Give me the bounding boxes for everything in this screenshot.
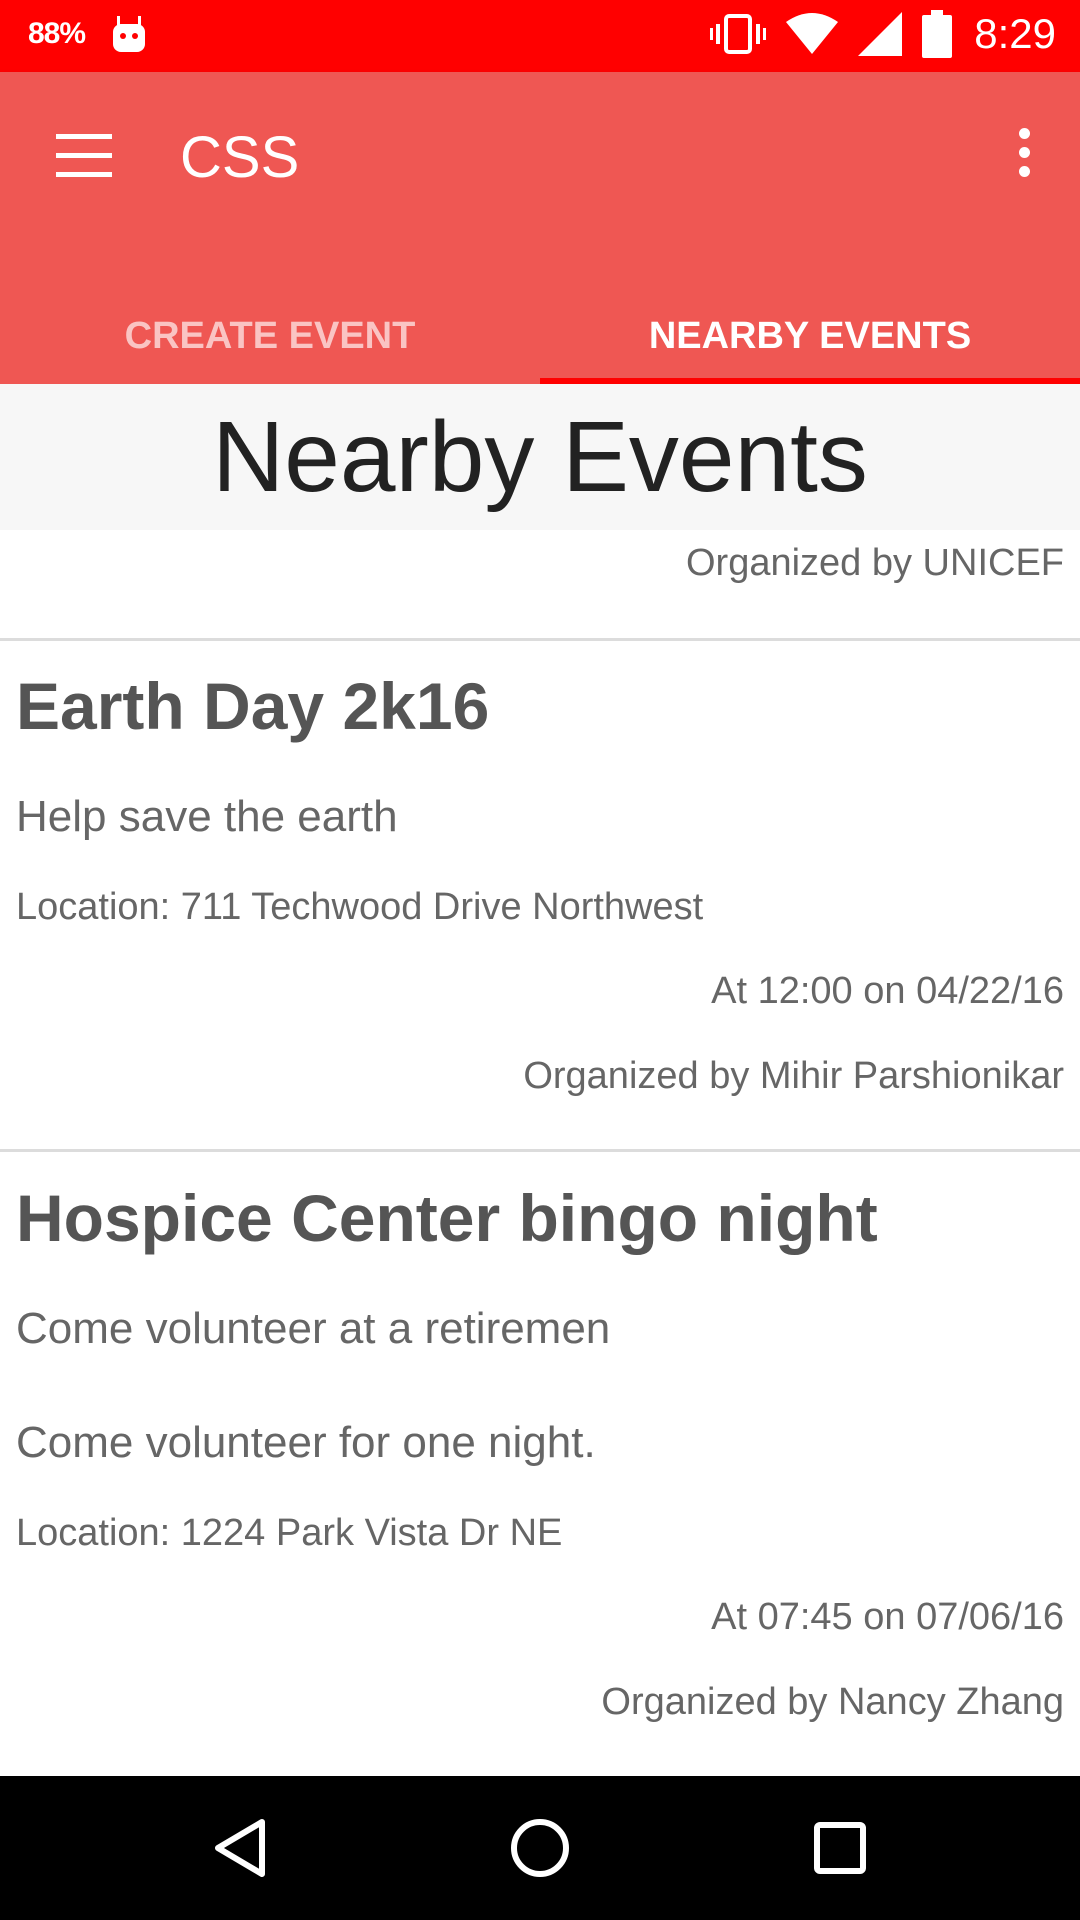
tab-nearby-events[interactable]: NEARBY EVENTS (540, 288, 1080, 384)
event-time: At 12:00 on 04/22/16 (711, 970, 1064, 1012)
page-title: Nearby Events (0, 384, 1080, 530)
tab-label: CREATE EVENT (124, 314, 416, 357)
event-title: Hospice Center bingo night (16, 1181, 878, 1255)
back-icon[interactable] (204, 1812, 276, 1884)
app-bar: CSS CREATE EVENT NEARBY EVENTS (0, 72, 1080, 384)
navigation-bar (0, 1776, 1080, 1920)
tab-bar: CREATE EVENT NEARBY EVENTS (0, 288, 1080, 384)
event-description: Help save the earth (16, 792, 398, 841)
tab-label: NEARBY EVENTS (648, 314, 972, 357)
event-description: Come volunteer at a retiremen (16, 1304, 611, 1353)
event-details: Come volunteer for one night. (16, 1418, 596, 1467)
event-location: Location: 1224 Park Vista Dr NE (16, 1512, 563, 1554)
battery-icon (922, 10, 953, 58)
tab-create-event[interactable]: CREATE EVENT (0, 288, 540, 384)
signal-icon (858, 12, 903, 56)
divider (0, 638, 1080, 641)
event-location: Location: 711 Techwood Drive Northwest (16, 886, 704, 928)
hamburger-menu-icon[interactable] (56, 134, 112, 178)
overflow-menu-icon[interactable] (1012, 128, 1036, 184)
android-icon (113, 16, 146, 52)
divider (0, 1149, 1080, 1152)
event-title: Earth Day 2k16 (16, 669, 490, 743)
home-icon[interactable] (504, 1812, 576, 1884)
event-time: At 07:45 on 07/06/16 (711, 1596, 1064, 1638)
clock: 8:29 (974, 10, 1056, 57)
wifi-icon (786, 13, 839, 54)
top-organizer-text: Organized by UNICEF (685, 542, 1064, 584)
vibrate-icon (710, 14, 767, 54)
recents-icon[interactable] (804, 1812, 876, 1884)
event-organizer: Organized by Mihir Parshionikar (523, 1055, 1064, 1097)
status-bar: 88% 8:29 (0, 0, 1080, 72)
status-left: 88% (28, 14, 147, 54)
battery-percent: 88% (28, 17, 86, 50)
status-right: 8:29 (690, 10, 1056, 58)
app-title: CSS (180, 125, 300, 190)
event-organizer: Organized by Nancy Zhang (601, 1681, 1064, 1723)
